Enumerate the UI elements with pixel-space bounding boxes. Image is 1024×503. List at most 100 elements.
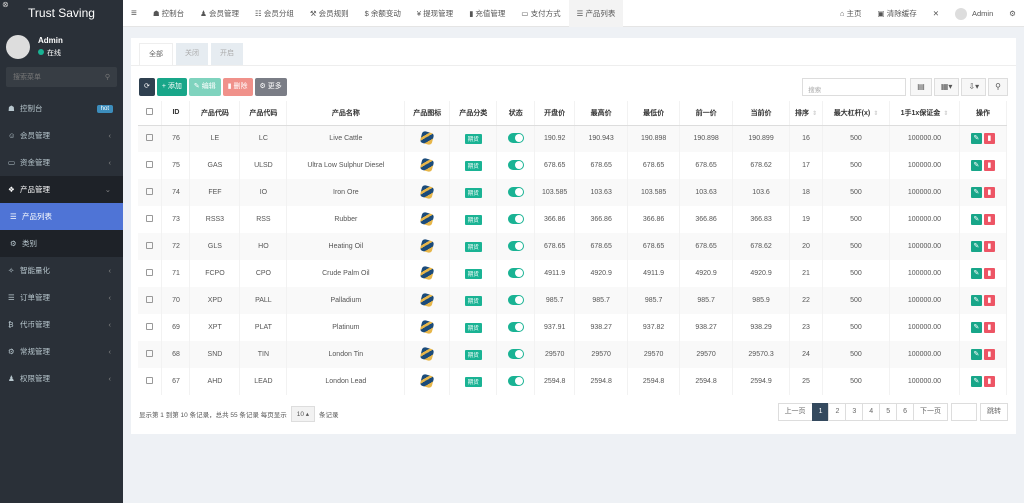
add-button[interactable]: + 添加 [156,78,187,96]
topnav-item[interactable]: $ 余额变动 [357,0,409,27]
row-checkbox[interactable] [138,125,163,152]
cell-code1: FCPO [189,260,241,287]
status-toggle[interactable] [507,321,524,332]
page-button[interactable]: 4 [862,403,881,421]
edit-row-button[interactable]: ✎ [970,322,982,333]
status-toggle[interactable] [507,240,524,251]
clear-cache-button[interactable]: ▣ 清除缓存 [870,0,925,27]
sidebar-item[interactable]: ☰ 订单管理 ‹ [0,284,123,311]
sidebar-item[interactable]: ☰ 产品列表 [0,203,123,230]
table-search-input[interactable]: 搜索 [802,78,907,96]
cell-lev: 500 [822,179,890,206]
row-checkbox[interactable] [138,179,163,206]
delete-row-button[interactable]: ▮ [983,268,995,279]
topnav-item[interactable]: ▮ 充值管理 [461,0,513,27]
page-button[interactable]: 3 [845,403,864,421]
row-checkbox[interactable] [138,287,163,314]
home-link[interactable]: ⌂ 主页 [832,0,870,27]
page-button[interactable]: 1 [811,403,830,421]
status-toggle[interactable] [507,267,524,278]
topnav-item[interactable]: ☷ 会员分组 [247,0,302,27]
page-button[interactable]: 2 [828,403,847,421]
sidebar-item[interactable]: ☗ 控制台 hot [0,95,123,122]
page-size-select[interactable]: 10 ▴ [290,406,316,422]
delete-row-button[interactable]: ▮ [983,295,995,306]
export-button[interactable]: ⇩▾ [961,78,987,96]
status-toggle[interactable] [507,348,524,359]
status-toggle[interactable] [507,375,524,386]
cell-prev: 4920.9 [679,260,734,287]
row-checkbox[interactable] [138,206,163,233]
edit-row-button[interactable]: ✎ [970,160,982,171]
delete-button[interactable]: ▮ 删除 [222,78,253,96]
sidebar-item[interactable]: ₿ 代币管理 ‹ [0,311,123,338]
page-button[interactable]: 5 [879,403,898,421]
fullscreen-button[interactable]: ✕ [925,0,947,27]
delete-row-button[interactable]: ▮ [983,160,995,171]
jump-page-input[interactable] [951,403,977,421]
edit-row-button[interactable]: ✎ [970,295,982,306]
sidebar-item[interactable]: ☺ 会员管理 ‹ [0,122,123,149]
delete-row-button[interactable]: ▮ [983,187,995,198]
topnav-item[interactable]: ☰ 产品列表 [568,0,624,27]
edit-row-button[interactable]: ✎ [970,268,982,279]
tab-closed[interactable]: 关闭 [176,43,208,65]
delete-row-button[interactable]: ▮ [983,214,995,225]
row-checkbox[interactable] [138,152,163,179]
toggle-view-button[interactable]: ▤ [910,78,932,96]
row-checkbox[interactable] [138,314,163,341]
prev-page-button[interactable]: 上一页 [777,403,813,421]
page-button[interactable]: 6 [896,403,914,421]
edit-row-button[interactable]: ✎ [970,214,982,225]
edit-row-button[interactable]: ✎ [970,376,982,387]
status-toggle[interactable] [507,132,524,143]
next-page-button[interactable]: 下一页 [913,403,948,421]
columns-button[interactable]: ▦▾ [933,78,960,96]
status-toggle[interactable] [507,213,524,224]
tab-open[interactable]: 开启 [211,43,243,65]
topnav-item[interactable]: ☗ 控制台 [145,0,192,27]
topnav-item[interactable]: ¥ 提现管理 [409,0,461,27]
sidebar-item[interactable]: ❖ 产品管理 ⌄ [0,176,123,203]
column-header[interactable]: 排序 ⇕ [789,101,824,126]
edit-button[interactable]: ✎ 编辑 [188,78,221,96]
jump-button[interactable]: 跳转 [980,403,1008,421]
sidebar-item[interactable]: ⚙ 类别 [0,230,123,257]
menu-search-input[interactable]: 搜索菜单 ⚲ [6,67,117,87]
delete-row-button[interactable]: ▮ [983,322,995,333]
edit-row-button[interactable]: ✎ [970,133,982,145]
delete-row-button[interactable]: ▮ [983,349,995,360]
row-checkbox[interactable] [138,260,163,287]
select-all-checkbox[interactable] [138,101,163,126]
sidebar-toggle-button[interactable]: ≡ [123,0,145,27]
tab-all[interactable]: 全部 [139,43,173,65]
user-menu[interactable]: Admin [947,0,1001,27]
row-checkbox[interactable] [138,233,163,260]
sidebar-item[interactable]: ✧ 智能量化 ‹ [0,257,123,284]
refresh-button[interactable]: ⟳ [139,78,155,96]
row-checkbox[interactable] [138,368,163,395]
cell-margin: 100000.00 [889,179,960,206]
edit-row-button[interactable]: ✎ [970,241,982,252]
column-header[interactable]: 1手1x保证金 ⇕ [889,101,960,126]
status-toggle[interactable] [507,294,524,305]
status-toggle[interactable] [507,159,524,170]
delete-row-button[interactable]: ▮ [983,241,995,252]
sidebar-item[interactable]: ⚙ 常规管理 ‹ [0,338,123,365]
advanced-search-button[interactable]: ⚲ [988,78,1008,96]
edit-row-button[interactable]: ✎ [970,187,982,198]
more-button[interactable]: ⚙ 更多 [254,78,287,96]
settings-button[interactable]: ⚙ [1001,0,1024,27]
status-toggle[interactable] [507,186,524,197]
column-header[interactable]: 最大杠杆(x) ⇕ [822,101,890,126]
delete-row-button[interactable]: ▮ [983,376,995,387]
topnav-item[interactable]: ⚒ 会员规则 [302,0,357,27]
sidebar-item[interactable]: ▭ 资金管理 ‹ [0,149,123,176]
edit-row-button[interactable]: ✎ [970,349,982,360]
topnav-item[interactable]: ♟ 会员管理 [192,0,247,27]
row-checkbox[interactable] [138,341,163,368]
sidebar-item[interactable]: ♟ 权限管理 ‹ [0,365,123,392]
cell-open: 103.585 [534,179,576,206]
topnav-item[interactable]: ▭ 支付方式 [513,0,568,27]
delete-row-button[interactable]: ▮ [983,133,995,145]
